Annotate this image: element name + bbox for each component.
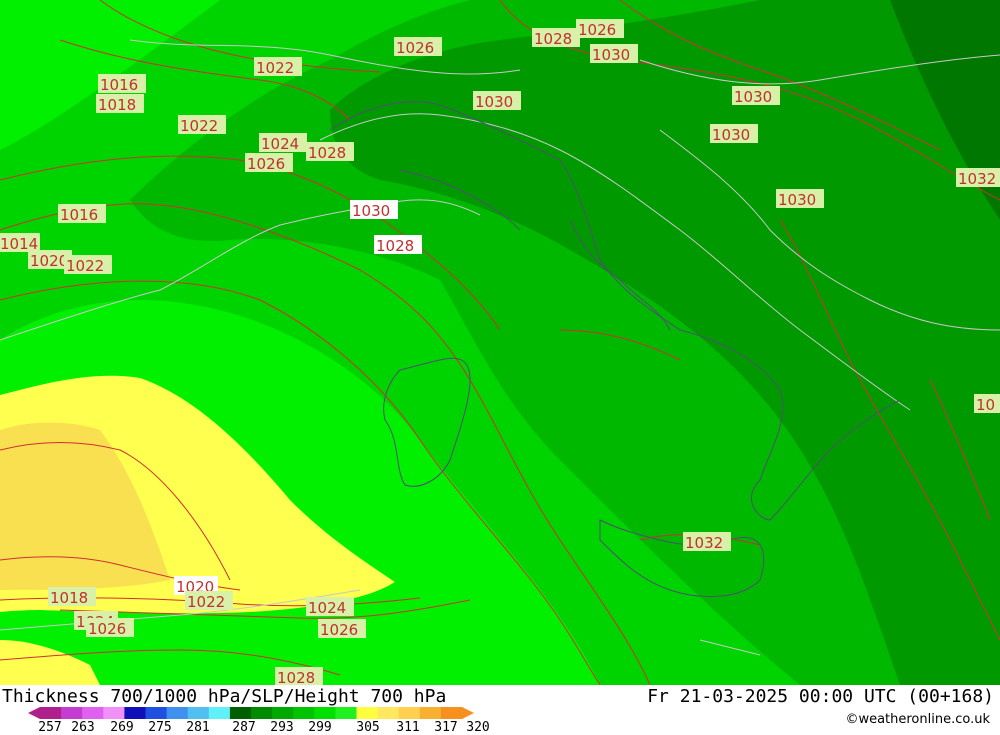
svg-text:1022: 1022 xyxy=(187,593,225,611)
weather-map: 1016 1018 1022 1022 1024 1026 1028 1026 … xyxy=(0,0,1000,685)
svg-text:1032: 1032 xyxy=(958,170,996,188)
isobar-label: 1030 xyxy=(473,91,521,111)
svg-text:1016: 1016 xyxy=(100,76,138,94)
isobar-label: 1030 xyxy=(350,200,398,220)
svg-text:1022: 1022 xyxy=(180,117,218,135)
isobar-label: 1022 xyxy=(185,591,233,611)
legend-swatch xyxy=(40,707,62,719)
svg-text:1026: 1026 xyxy=(396,39,434,57)
isobar-label: 1028 xyxy=(306,142,354,162)
isobar-label: 1028 xyxy=(374,235,422,255)
svg-text:1024: 1024 xyxy=(261,135,299,153)
svg-text:1018: 1018 xyxy=(98,96,136,114)
isobar-label: 1026 xyxy=(394,37,442,57)
legend-swatch xyxy=(314,707,336,719)
svg-text:1030: 1030 xyxy=(712,126,750,144)
legend-swatch xyxy=(103,707,125,719)
isobar-label: 1028 xyxy=(275,667,323,685)
svg-text:1026: 1026 xyxy=(578,21,616,39)
legend-swatch xyxy=(187,707,210,719)
svg-text:1030: 1030 xyxy=(475,93,513,111)
legend-swatch xyxy=(377,707,400,719)
svg-text:1030: 1030 xyxy=(778,191,816,209)
svg-text:1016: 1016 xyxy=(60,206,98,224)
legend-swatch xyxy=(419,707,442,719)
svg-text:1032: 1032 xyxy=(685,534,723,552)
svg-text:1026: 1026 xyxy=(88,620,126,638)
legend-swatch xyxy=(145,707,168,719)
isobar-label: 1030 xyxy=(590,44,638,64)
legend-swatch xyxy=(398,707,421,719)
isobar-label: 1026 xyxy=(86,618,134,638)
credit-text: ©weatheronline.co.uk xyxy=(845,712,990,727)
svg-text:1028: 1028 xyxy=(376,237,414,255)
legend-swatch xyxy=(293,707,315,719)
svg-text:1028: 1028 xyxy=(277,669,315,685)
isobar-label: 1022 xyxy=(178,115,226,135)
valid-time: Fr 21-03-2025 00:00 UTC (00+168) xyxy=(647,686,994,707)
legend-swatch xyxy=(335,707,357,719)
svg-text:1018: 1018 xyxy=(50,589,88,607)
isobar-label: 1026 xyxy=(318,619,366,639)
isobar-label: 1022 xyxy=(254,57,302,77)
isobar-label: 1030 xyxy=(776,189,824,209)
svg-text:10: 10 xyxy=(976,396,995,414)
isobar-label: 1016 xyxy=(98,74,146,94)
legend-swatch xyxy=(356,707,379,719)
isobar-label: 1030 xyxy=(732,86,780,106)
isobar-label: 1024 xyxy=(259,133,307,153)
svg-text:1024: 1024 xyxy=(308,599,346,617)
svg-text:1030: 1030 xyxy=(592,46,630,64)
legend-swatch xyxy=(440,707,463,719)
svg-text:1020: 1020 xyxy=(30,252,68,270)
isobar-label: 1018 xyxy=(48,587,96,607)
legend-swatch xyxy=(61,707,83,719)
color-legend: 257 263 269 275 281 287 293 299 305 311 317 320 xyxy=(0,706,520,735)
isobar-label: 1032 xyxy=(956,168,1000,188)
legend-arrow-right xyxy=(462,707,474,719)
svg-text:1026: 1026 xyxy=(247,155,285,173)
svg-text:1026: 1026 xyxy=(320,621,358,639)
legend-swatch xyxy=(82,707,104,719)
svg-text:1030: 1030 xyxy=(734,88,772,106)
isobar-label: 1026 xyxy=(245,153,293,173)
isobar-label: 1018 xyxy=(96,94,144,114)
isobar-label: 10 xyxy=(974,394,1000,414)
legend-arrow-left xyxy=(28,707,40,719)
svg-text:1028: 1028 xyxy=(534,30,572,48)
svg-text:1022: 1022 xyxy=(66,257,104,275)
isobar-label: 1032 xyxy=(683,532,731,552)
map-title: Thickness 700/1000 hPa/SLP/Height 700 hP… xyxy=(2,686,447,707)
isobar-label: 1016 xyxy=(58,204,106,224)
legend-swatch xyxy=(166,707,189,719)
svg-text:1030: 1030 xyxy=(352,202,390,220)
isobar-label: 1030 xyxy=(710,124,758,144)
legend-swatch xyxy=(272,707,294,719)
isobar-label: 1026 xyxy=(576,19,624,39)
legend-swatch xyxy=(251,707,273,719)
legend-swatch xyxy=(208,707,231,719)
svg-text:1022: 1022 xyxy=(256,59,294,77)
legend-swatch xyxy=(124,707,146,719)
isobar-label: 1028 xyxy=(532,28,580,48)
legend-swatch xyxy=(229,707,252,719)
svg-text:1028: 1028 xyxy=(308,144,346,162)
isobar-label: 1022 xyxy=(64,255,112,275)
isobar-label: 1024 xyxy=(306,597,354,617)
